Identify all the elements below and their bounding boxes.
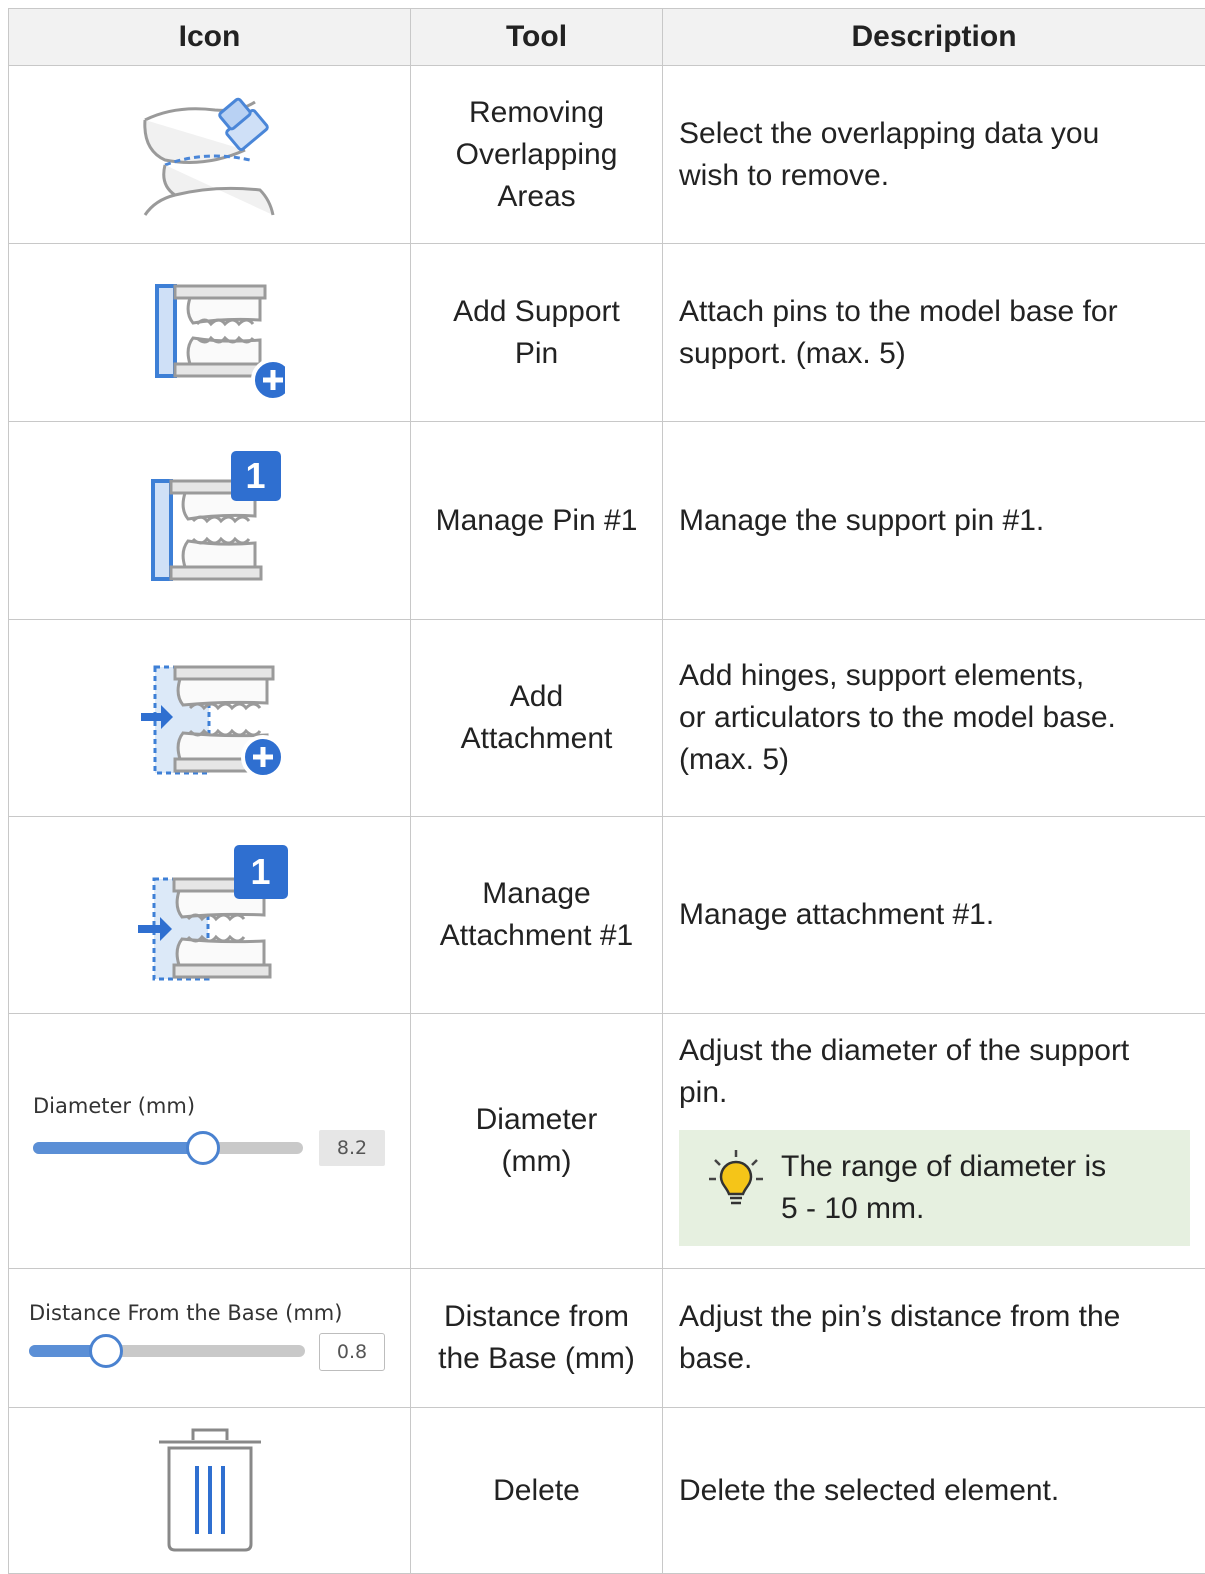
table-row: Add Support Pin Attach pins to the model… [9,244,1205,422]
tool-cell: Add Support Pin [411,244,663,422]
diameter-slider[interactable]: Diameter (mm) 8.2 [9,1086,410,1196]
tip-text: The range of diameter is 5 - 10 mm. [781,1146,1106,1230]
tool-name: Manage Pin #1 [436,504,638,537]
tool-cell: Delete [411,1408,663,1574]
icon-cell [9,1408,411,1574]
slider-thumb[interactable] [186,1131,220,1165]
table-row: Delete Delete the selected element. [9,1408,1205,1574]
tool-description: Attach pins to the model base for suppor… [679,295,1118,370]
description-cell: Select the overlapping data you wish to … [663,66,1205,244]
tool-name: Delete [493,1474,580,1507]
tool-cell: Manage Pin #1 [411,422,663,620]
tool-description: Delete the selected element. [679,1474,1059,1507]
table-row: 1 Manage Pin #1 Manage the support pin #… [9,422,1205,620]
tool-name: Manage Attachment #1 [440,877,633,952]
icon-cell: Diameter (mm) 8.2 [9,1014,411,1269]
description-cell: Manage the support pin #1. [663,422,1205,620]
description-cell: Adjust the pin’s distance from the base. [663,1269,1205,1408]
add-support-pin-icon [135,268,285,398]
table-row: Diameter (mm) 8.2 Diameter (mm) Adjust t… [9,1014,1205,1269]
tool-description: Add hinges, support elements, or articul… [679,659,1116,776]
distance-slider[interactable]: Distance From the Base (mm) 0.8 [9,1293,410,1383]
tool-name: Removing Overlapping Areas [456,96,618,213]
tool-cell: Removing Overlapping Areas [411,66,663,244]
badge-number: 1 [231,451,281,501]
description-cell: Delete the selected element. [663,1408,1205,1574]
table-row: Distance From the Base (mm) 0.8 Distance… [9,1269,1205,1408]
table-row: Add Attachment Add hinges, support eleme… [9,620,1205,817]
tool-name: Distance from the Base (mm) [438,1300,635,1375]
tool-description: Adjust the diameter of the support pin. [679,1034,1129,1109]
description-cell: Manage attachment #1. [663,817,1205,1014]
icon-cell [9,244,411,422]
badge-number: 1 [234,845,288,899]
description-cell: Add hinges, support elements, or articul… [663,620,1205,817]
slider-label: Distance From the Base (mm) [29,1301,342,1325]
header-description: Description [663,9,1205,66]
description-cell: Attach pins to the model base for suppor… [663,244,1205,422]
tool-description: Adjust the pin’s distance from the base. [679,1300,1120,1375]
tool-cell: Add Attachment [411,620,663,817]
icon-cell [9,66,411,244]
manage-pin-icon: 1 [135,451,285,591]
tool-name: Diameter (mm) [476,1103,598,1178]
header-tool: Tool [411,9,663,66]
slider-label: Diameter (mm) [33,1094,195,1118]
description-cell: Adjust the diameter of the support pin. … [663,1014,1205,1269]
slider-fill [33,1142,203,1154]
table-row: Removing Overlapping Areas Select the ov… [9,66,1205,244]
tool-name: Add Attachment [461,680,613,755]
tool-description: Manage attachment #1. [679,898,994,931]
icon-cell: Distance From the Base (mm) 0.8 [9,1269,411,1408]
slider-value-box[interactable]: 8.2 [319,1130,385,1166]
header-row: Icon Tool Description [9,9,1205,66]
slider-value-box[interactable]: 0.8 [319,1333,385,1371]
remove-overlap-icon [135,90,285,220]
tool-cell: Diameter (mm) [411,1014,663,1269]
tool-name: Add Support Pin [453,295,620,370]
tool-cell: Manage Attachment #1 [411,817,663,1014]
add-attachment-icon [135,653,285,783]
tip-box: The range of diameter is 5 - 10 mm. [679,1130,1190,1246]
tool-description: Select the overlapping data you wish to … [679,117,1099,192]
manage-attachment-icon: 1 [130,845,290,985]
tools-table: Icon Tool Description Remo [8,8,1205,1574]
lightbulb-icon [707,1146,765,1208]
icon-cell: 1 [9,817,411,1014]
trash-icon [155,1426,265,1556]
table-row: 1 Manage Attachment #1 Manage attachment… [9,817,1205,1014]
icon-cell: 1 [9,422,411,620]
tool-cell: Distance from the Base (mm) [411,1269,663,1408]
slider-track[interactable] [29,1345,305,1357]
icon-cell [9,620,411,817]
slider-thumb[interactable] [89,1334,123,1368]
tool-description: Manage the support pin #1. [679,504,1044,537]
slider-track[interactable] [33,1142,303,1154]
header-icon: Icon [9,9,411,66]
